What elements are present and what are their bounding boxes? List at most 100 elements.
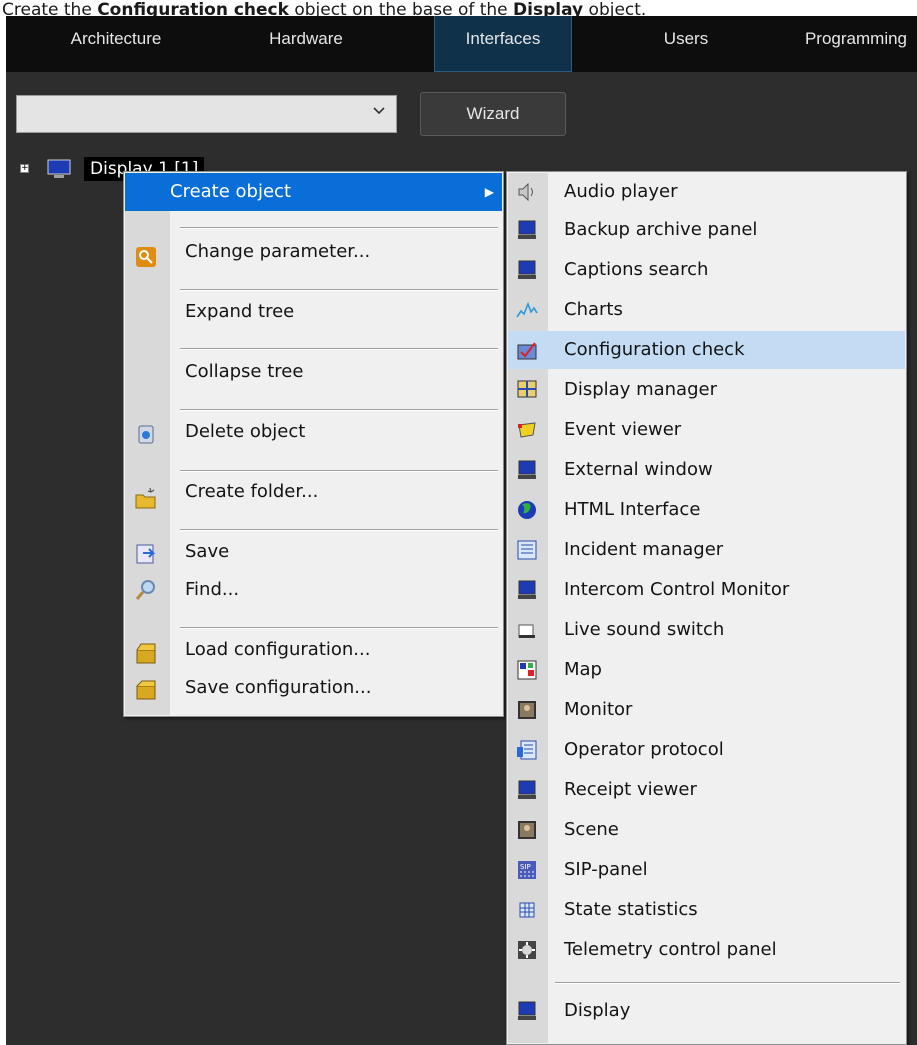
monitor-icon	[518, 260, 536, 279]
menu-item-collapse-tree[interactable]: Collapse tree	[125, 353, 502, 391]
menu-separator	[180, 348, 498, 350]
submenu-item-captions-search[interactable]: Captions search	[508, 251, 905, 289]
configuration-check-icon	[517, 342, 537, 360]
submenu-item-label: Monitor	[564, 699, 633, 720]
submenu-item-scene[interactable]: Scene	[508, 811, 905, 849]
key-icon	[136, 247, 156, 267]
context-menu: Create object ▶ Change parameter... Expa…	[123, 171, 504, 717]
menu-separator	[180, 289, 498, 291]
chart-line-icon	[516, 301, 538, 318]
menu-item-find[interactable]: Find...	[125, 571, 502, 609]
submenu-item-label: SIP-panel	[564, 859, 648, 880]
event-viewer-icon	[518, 422, 536, 438]
submenu-item-label: Telemetry control panel	[564, 939, 777, 960]
submenu-item-state-statistics[interactable]: State statistics	[508, 891, 905, 929]
wizard-button[interactable]: Wizard	[420, 92, 566, 136]
switch-icon	[518, 624, 535, 638]
tab-programming[interactable]: Programming	[786, 16, 917, 72]
submenu-item-event-viewer[interactable]: Event viewer	[508, 411, 905, 449]
submenu-item-label: Incident manager	[564, 539, 724, 560]
submenu-item-configuration-check[interactable]: Configuration check	[508, 331, 905, 369]
submenu-item-label: External window	[564, 459, 713, 480]
submenu-item-label: Receipt viewer	[564, 779, 697, 800]
monitor-icon	[518, 460, 536, 479]
submenu-item-backup-archive-panel[interactable]: Backup archive panel	[508, 211, 905, 249]
monitor-icon	[518, 780, 536, 799]
submenu-item-label: Display	[564, 1000, 631, 1021]
create-object-submenu: Audio player Backup archive panel Captio…	[506, 171, 907, 1045]
menu-item-label: Delete object	[185, 421, 306, 442]
menu-item-create-folder[interactable]: Create folder...	[125, 473, 502, 511]
menu-item-label: Change parameter...	[185, 241, 371, 262]
menu-item-label: Create object	[170, 181, 291, 202]
submenu-item-label: Configuration check	[564, 339, 745, 360]
submenu-item-label: Scene	[564, 819, 619, 840]
map-icon	[517, 660, 537, 680]
application-window: Architecture Hardware Interfaces Users P…	[6, 16, 917, 1045]
menu-item-expand-tree[interactable]: Expand tree	[125, 293, 502, 331]
submenu-arrow-icon: ▶	[484, 185, 494, 199]
submenu-item-external-window[interactable]: External window	[508, 451, 905, 489]
expand-icon[interactable]: +	[20, 164, 29, 173]
camera-monitor-icon	[518, 701, 536, 719]
protocol-icon	[517, 740, 537, 760]
menu-separator	[180, 627, 498, 629]
menu-item-label: Create folder...	[185, 481, 319, 502]
menu-separator	[180, 409, 498, 411]
menu-item-save-configuration[interactable]: Save configuration...	[125, 669, 502, 707]
grid-display-icon	[517, 380, 537, 398]
submenu-item-label: HTML Interface	[564, 499, 701, 520]
submenu-item-label: Event viewer	[564, 419, 682, 440]
menu-separator	[180, 227, 498, 229]
list-window-icon	[517, 540, 537, 560]
closed-box-icon	[136, 680, 156, 700]
submenu-item-label: Charts	[564, 299, 623, 320]
open-box-icon	[136, 643, 156, 664]
tab-architecture[interactable]: Architecture	[46, 16, 186, 72]
menu-item-label: Save configuration...	[185, 677, 372, 698]
submenu-item-operator-protocol[interactable]: Operator protocol	[508, 731, 905, 769]
menu-item-label: Load configuration...	[185, 639, 371, 660]
chevron-down-icon	[373, 107, 385, 115]
submenu-item-map[interactable]: Map	[508, 651, 905, 689]
svg-text:SIP: SIP	[520, 863, 531, 871]
submenu-item-incident-manager[interactable]: Incident manager	[508, 531, 905, 569]
submenu-item-label: Captions search	[564, 259, 709, 280]
menu-item-label: Expand tree	[185, 301, 295, 322]
submenu-item-audio-player[interactable]: Audio player	[508, 173, 905, 211]
menu-separator	[555, 982, 900, 984]
menu-item-delete-object[interactable]: Delete object	[125, 413, 502, 451]
submenu-item-live-sound-switch[interactable]: Live sound switch	[508, 611, 905, 649]
menu-separator	[180, 529, 498, 531]
submenu-item-telemetry-control-panel[interactable]: Telemetry control panel	[508, 931, 905, 969]
submenu-item-intercom-control-monitor[interactable]: Intercom Control Monitor	[508, 571, 905, 609]
submenu-item-monitor[interactable]: Monitor	[508, 691, 905, 729]
top-tab-bar: Architecture Hardware Interfaces Users P…	[6, 16, 917, 72]
telemetry-icon	[518, 941, 536, 959]
tab-interfaces[interactable]: Interfaces	[434, 16, 572, 72]
menu-item-label: Find...	[185, 579, 240, 600]
menu-item-load-configuration[interactable]: Load configuration...	[125, 631, 502, 669]
tab-users[interactable]: Users	[636, 16, 736, 72]
submenu-item-display-manager[interactable]: Display manager	[508, 371, 905, 409]
submenu-item-display[interactable]: Display	[508, 992, 905, 1030]
submenu-item-receipt-viewer[interactable]: Receipt viewer	[508, 771, 905, 809]
submenu-item-label: Map	[564, 659, 602, 680]
magnifier-icon	[135, 580, 155, 600]
menu-item-save[interactable]: Save	[125, 533, 502, 571]
table-grid-icon	[519, 902, 535, 918]
tab-hardware[interactable]: Hardware	[246, 16, 366, 72]
object-type-dropdown[interactable]	[16, 95, 397, 133]
submenu-item-label: Intercom Control Monitor	[564, 579, 790, 600]
recycle-bin-icon	[138, 425, 154, 444]
camera-monitor-icon	[518, 821, 536, 839]
submenu-item-label: Live sound switch	[564, 619, 725, 640]
menu-item-change-parameter[interactable]: Change parameter...	[125, 233, 502, 271]
save-icon	[136, 544, 156, 564]
submenu-item-html-interface[interactable]: HTML Interface	[508, 491, 905, 529]
menu-item-create-object[interactable]: Create object ▶	[125, 173, 502, 211]
submenu-item-sip-panel[interactable]: SIP SIP-panel	[508, 851, 905, 889]
submenu-item-charts[interactable]: Charts	[508, 291, 905, 329]
submenu-item-label: Display manager	[564, 379, 717, 400]
new-folder-icon	[135, 487, 156, 509]
